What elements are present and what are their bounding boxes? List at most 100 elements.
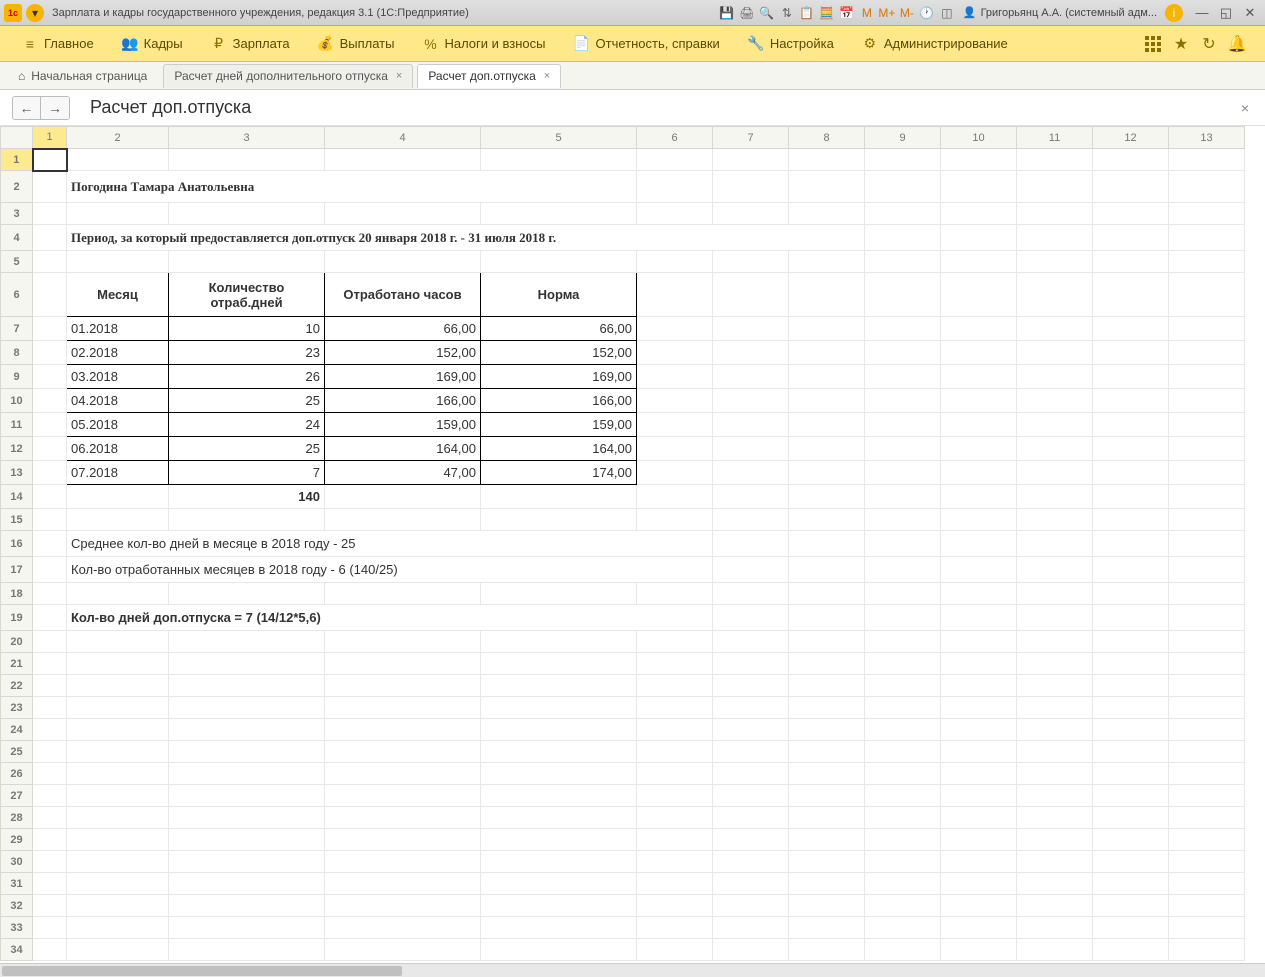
row-header[interactable]: 23 (1, 697, 33, 719)
row-header[interactable]: 17 (1, 557, 33, 583)
col-header[interactable]: 5 (481, 127, 637, 149)
nav-admin[interactable]: ⚙Администрирование (848, 26, 1022, 61)
row-header[interactable]: 9 (1, 365, 33, 389)
back-button[interactable]: ← (13, 97, 41, 119)
row-header[interactable]: 33 (1, 917, 33, 939)
spreadsheet-area[interactable]: 1 2 3 4 5 6 7 8 9 10 11 12 13 1 2 Погодин… (0, 126, 1265, 963)
row-header[interactable]: 28 (1, 807, 33, 829)
tab-raschet-dop[interactable]: Расчет доп.отпуска× (417, 64, 561, 88)
titlebar-toolbar: 💾 🖨 🔍 ⇅ 📋 🧮 📅 M M+ M- 🕐 ◫ (719, 5, 955, 21)
col-header[interactable]: 10 (941, 127, 1017, 149)
preview-icon[interactable]: 🔍 (759, 5, 775, 21)
bell-icon[interactable]: 🔔 (1227, 34, 1247, 54)
row-header[interactable]: 26 (1, 763, 33, 785)
forward-button[interactable]: → (41, 97, 69, 119)
col-header[interactable]: 12 (1093, 127, 1169, 149)
row-header[interactable]: 5 (1, 251, 33, 273)
history-icon[interactable]: ↻ (1199, 34, 1219, 54)
col-header[interactable]: 6 (637, 127, 713, 149)
row-header[interactable]: 30 (1, 851, 33, 873)
report-icon: 📄 (574, 36, 590, 52)
col-header[interactable]: 1 (33, 127, 67, 149)
current-user[interactable]: 👤Григорьянц А.А. (системный адм... (963, 6, 1157, 19)
row-header[interactable]: 19 (1, 605, 33, 631)
nav-main[interactable]: ≡Главное (8, 26, 108, 61)
col-header[interactable]: 9 (865, 127, 941, 149)
col-header[interactable]: 2 (67, 127, 169, 149)
row-header[interactable]: 4 (1, 225, 33, 251)
close-window-button[interactable]: ✕ (1239, 4, 1261, 22)
scrollbar-thumb[interactable] (2, 966, 402, 976)
horizontal-scrollbar[interactable] (0, 963, 1265, 977)
row-header[interactable]: 2 (1, 171, 33, 203)
row-header[interactable]: 31 (1, 873, 33, 895)
compare-icon[interactable]: ⇅ (779, 5, 795, 21)
print-icon[interactable]: 🖨 (739, 5, 755, 21)
nav-zarplata[interactable]: ₽Зарплата (197, 26, 304, 61)
cell-month: 01.2018 (67, 317, 169, 341)
app-menu-dropdown[interactable]: ▾ (26, 4, 44, 22)
people-icon: 👥 (122, 36, 138, 52)
calc-icon[interactable]: 🧮 (819, 5, 835, 21)
row-header[interactable]: 7 (1, 317, 33, 341)
close-tab-icon[interactable]: × (396, 70, 402, 82)
apps-icon[interactable] (1143, 34, 1163, 54)
star-icon[interactable]: ★ (1171, 34, 1191, 54)
col-header[interactable]: 7 (713, 127, 789, 149)
close-page-button[interactable]: × (1237, 96, 1253, 120)
row-header[interactable]: 18 (1, 583, 33, 605)
row-header[interactable]: 14 (1, 485, 33, 509)
row-header[interactable]: 24 (1, 719, 33, 741)
m-icon[interactable]: M (859, 5, 875, 21)
row-header[interactable]: 12 (1, 437, 33, 461)
save-icon[interactable]: 💾 (719, 5, 735, 21)
m-plus-icon[interactable]: M+ (879, 5, 895, 21)
copy-icon[interactable]: 📋 (799, 5, 815, 21)
grid-corner[interactable] (1, 127, 33, 149)
col-header[interactable]: 3 (169, 127, 325, 149)
row-header[interactable]: 29 (1, 829, 33, 851)
nav-vyplaty[interactable]: 💰Выплаты (304, 26, 409, 61)
panel-icon[interactable]: ◫ (939, 5, 955, 21)
row-header[interactable]: 25 (1, 741, 33, 763)
row-header[interactable]: 13 (1, 461, 33, 485)
row-header[interactable]: 8 (1, 341, 33, 365)
nav-nalogi[interactable]: %Налоги и взносы (408, 26, 559, 61)
minimize-button[interactable]: — (1191, 4, 1213, 22)
row-header[interactable]: 34 (1, 939, 33, 961)
row-header[interactable]: 16 (1, 531, 33, 557)
row-header[interactable]: 27 (1, 785, 33, 807)
row-header[interactable]: 10 (1, 389, 33, 413)
tab-raschet-dney[interactable]: Расчет дней дополнительного отпуска× (163, 64, 413, 88)
row-header[interactable]: 15 (1, 509, 33, 531)
nav-otchetnost[interactable]: 📄Отчетность, справки (560, 26, 734, 61)
home-tab[interactable]: ⌂Начальная страница (6, 64, 159, 88)
col-header[interactable]: 8 (789, 127, 865, 149)
percent-icon: % (422, 36, 438, 52)
row-header[interactable]: 21 (1, 653, 33, 675)
col-header[interactable]: 13 (1169, 127, 1245, 149)
window-title: Зарплата и кадры государственного учрежд… (52, 7, 719, 19)
calendar-icon[interactable]: 📅 (839, 5, 855, 21)
row-header[interactable]: 20 (1, 631, 33, 653)
money-icon: ₽ (211, 36, 227, 52)
row-header[interactable]: 6 (1, 273, 33, 317)
row-header[interactable]: 22 (1, 675, 33, 697)
m-minus-icon[interactable]: M- (899, 5, 915, 21)
row-header[interactable]: 32 (1, 895, 33, 917)
row-header[interactable]: 11 (1, 413, 33, 437)
row-header[interactable]: 3 (1, 203, 33, 225)
info-icon[interactable]: i (1165, 4, 1183, 22)
cell[interactable] (33, 149, 67, 171)
spreadsheet-grid[interactable]: 1 2 3 4 5 6 7 8 9 10 11 12 13 1 2 Погодин… (0, 126, 1245, 961)
tabs-bar: ⌂Начальная страница Расчет дней дополнит… (0, 62, 1265, 90)
nav-nastroyka[interactable]: 🔧Настройка (734, 26, 848, 61)
col-header[interactable]: 11 (1017, 127, 1093, 149)
close-tab-icon[interactable]: × (544, 70, 550, 82)
col-header[interactable]: 4 (325, 127, 481, 149)
maximize-button[interactable]: ◱ (1215, 4, 1237, 22)
row-header[interactable]: 1 (1, 149, 33, 171)
employee-name: Погодина Тамара Анатольевна (67, 171, 637, 203)
clock-icon[interactable]: 🕐 (919, 5, 935, 21)
nav-kadry[interactable]: 👥Кадры (108, 26, 197, 61)
